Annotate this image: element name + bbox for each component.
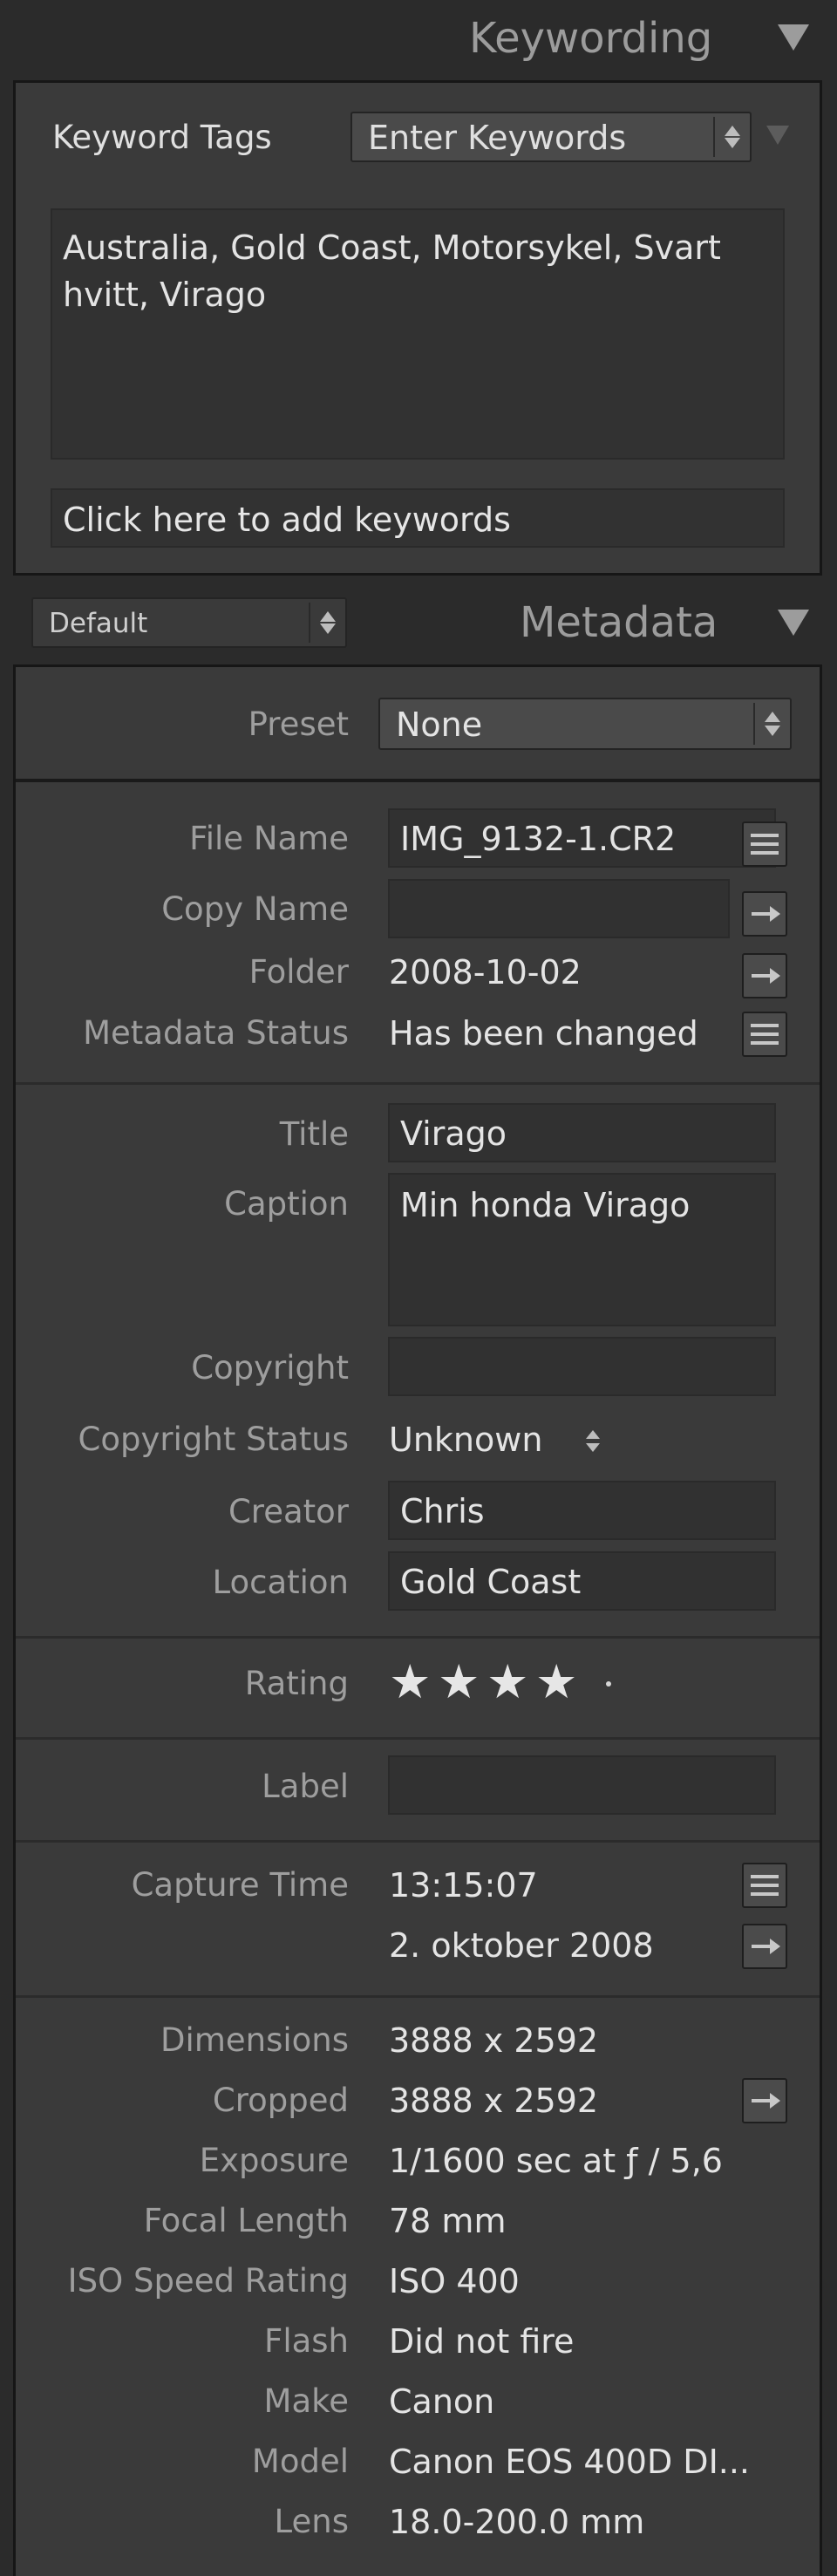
file-name-value: IMG_9132-1.CR2: [400, 820, 677, 858]
star-icon[interactable]: ★: [487, 1659, 528, 1706]
folder-goto-arrow-icon[interactable]: [742, 953, 787, 998]
copy-name-label: Copy Name: [161, 890, 349, 928]
capture-date-value: 2. oktober 2008: [389, 1926, 654, 1965]
iso-value: ISO 400: [389, 2262, 520, 2300]
copyright-label: Copyright: [191, 1349, 349, 1387]
make-label: Make: [263, 2382, 349, 2420]
metadata-status-value: Has been changed: [389, 1014, 698, 1053]
keyword-mode-select[interactable]: Enter Keywords: [350, 112, 752, 162]
focal-length-label: Focal Length: [143, 2202, 349, 2239]
star-icon[interactable]: ★: [438, 1659, 480, 1706]
dimensions-label: Dimensions: [160, 2021, 349, 2059]
preset-stepper-icon: [753, 703, 790, 745]
divider: [16, 1840, 820, 1843]
exposure-value: 1/1600 sec at ƒ / 5,6: [389, 2142, 723, 2180]
metadata-status-list-icon[interactable]: [742, 1012, 787, 1057]
keyword-mode-value: Enter Keywords: [368, 119, 627, 157]
keywording-collapse-triangle-icon[interactable]: [778, 24, 809, 51]
divider: [16, 1636, 820, 1639]
lens-value: 18.0-200.0 mm: [389, 2503, 645, 2541]
preset-select[interactable]: None: [378, 698, 792, 750]
keyword-mode-stepper-icon: [713, 117, 750, 157]
caption-field[interactable]: Min honda Virago: [388, 1173, 776, 1326]
focal-length-value: 78 mm: [389, 2202, 507, 2240]
folder-label: Folder: [248, 953, 349, 991]
add-keywords-placeholder: Click here to add keywords: [63, 501, 511, 539]
title-value: Virago: [400, 1114, 507, 1153]
location-value: Gold Coast: [400, 1563, 582, 1601]
rating-stars[interactable]: ★ ★ ★ ★: [389, 1659, 650, 1711]
model-label: Model: [251, 2443, 349, 2480]
folder-value: 2008-10-02: [389, 953, 582, 992]
file-name-list-icon[interactable]: [742, 821, 787, 867]
flash-label: Flash: [264, 2322, 349, 2360]
color-label-field[interactable]: [388, 1755, 776, 1815]
keyword-options-triangle-icon[interactable]: [766, 126, 789, 145]
copyright-status-value: Unknown: [389, 1421, 543, 1459]
add-keywords-input[interactable]: Click here to add keywords: [51, 488, 785, 548]
location-field[interactable]: Gold Coast: [388, 1551, 776, 1611]
keywords-textarea[interactable]: Australia, Gold Coast, Motorsykel, Svart…: [51, 208, 785, 460]
capture-time-label: Capture Time: [131, 1866, 349, 1904]
iso-label: ISO Speed Rating: [67, 2262, 349, 2300]
metadata-view-stepper-icon: [309, 603, 345, 643]
preset-label: Preset: [248, 705, 349, 743]
cropped-label: Cropped: [212, 2082, 349, 2119]
dimensions-value: 3888 x 2592: [389, 2021, 599, 2060]
capture-time-list-icon[interactable]: [742, 1863, 787, 1908]
lens-label: Lens: [274, 2503, 349, 2540]
creator-value: Chris: [400, 1492, 485, 1530]
exposure-label: Exposure: [199, 2142, 349, 2179]
cropped-goto-arrow-icon[interactable]: [742, 2078, 787, 2123]
title-label: Title: [279, 1115, 349, 1153]
star-icon[interactable]: ★: [535, 1659, 577, 1706]
keywording-title[interactable]: Keywording: [469, 17, 712, 59]
metadata-title[interactable]: Metadata: [520, 602, 718, 644]
color-label-label: Label: [262, 1768, 349, 1805]
divider: [16, 1995, 820, 1998]
caption-value: Min honda Virago: [400, 1186, 691, 1224]
rating-label: Rating: [244, 1665, 349, 1702]
metadata-status-label: Metadata Status: [83, 1014, 349, 1052]
keywording-panel: Keyword Tags Enter Keywords Australia, G…: [13, 80, 822, 576]
metadata-collapse-triangle-icon[interactable]: [778, 610, 809, 636]
star-icon[interactable]: ★: [389, 1659, 431, 1706]
caption-label: Caption: [224, 1185, 349, 1223]
creator-field[interactable]: Chris: [388, 1481, 776, 1540]
copyright-field[interactable]: [388, 1337, 776, 1396]
model-value: Canon EOS 400D DI...: [389, 2443, 751, 2481]
preset-value: None: [396, 705, 483, 744]
file-name-label: File Name: [189, 820, 349, 857]
preset-divider: [16, 779, 820, 782]
divider: [16, 1082, 820, 1085]
capture-time-value: 13:15:07: [389, 1866, 538, 1905]
metadata-view-value: Default: [49, 608, 148, 639]
cropped-value: 3888 x 2592: [389, 2082, 599, 2120]
copy-name-field[interactable]: [388, 879, 730, 938]
flash-value: Did not fire: [389, 2322, 575, 2361]
keyword-tags-label: Keyword Tags: [52, 119, 272, 156]
copyright-status-stepper-icon: [584, 1428, 603, 1455]
file-name-field[interactable]: IMG_9132-1.CR2: [388, 808, 776, 868]
metadata-view-select[interactable]: Default: [31, 597, 347, 648]
copyright-status-select[interactable]: Unknown: [389, 1418, 607, 1463]
divider: [16, 1737, 820, 1740]
location-label: Location: [212, 1564, 350, 1601]
make-value: Canon: [389, 2382, 495, 2421]
capture-date-goto-arrow-icon[interactable]: [742, 1924, 787, 1969]
keywords-text: Australia, Gold Coast, Motorsykel, Svart…: [63, 228, 721, 314]
empty-star-dot-icon[interactable]: [606, 1681, 611, 1687]
copyright-status-label: Copyright Status: [78, 1421, 349, 1458]
creator-label: Creator: [228, 1493, 349, 1530]
title-field[interactable]: Virago: [388, 1103, 776, 1162]
copy-name-goto-arrow-icon[interactable]: [742, 891, 787, 937]
